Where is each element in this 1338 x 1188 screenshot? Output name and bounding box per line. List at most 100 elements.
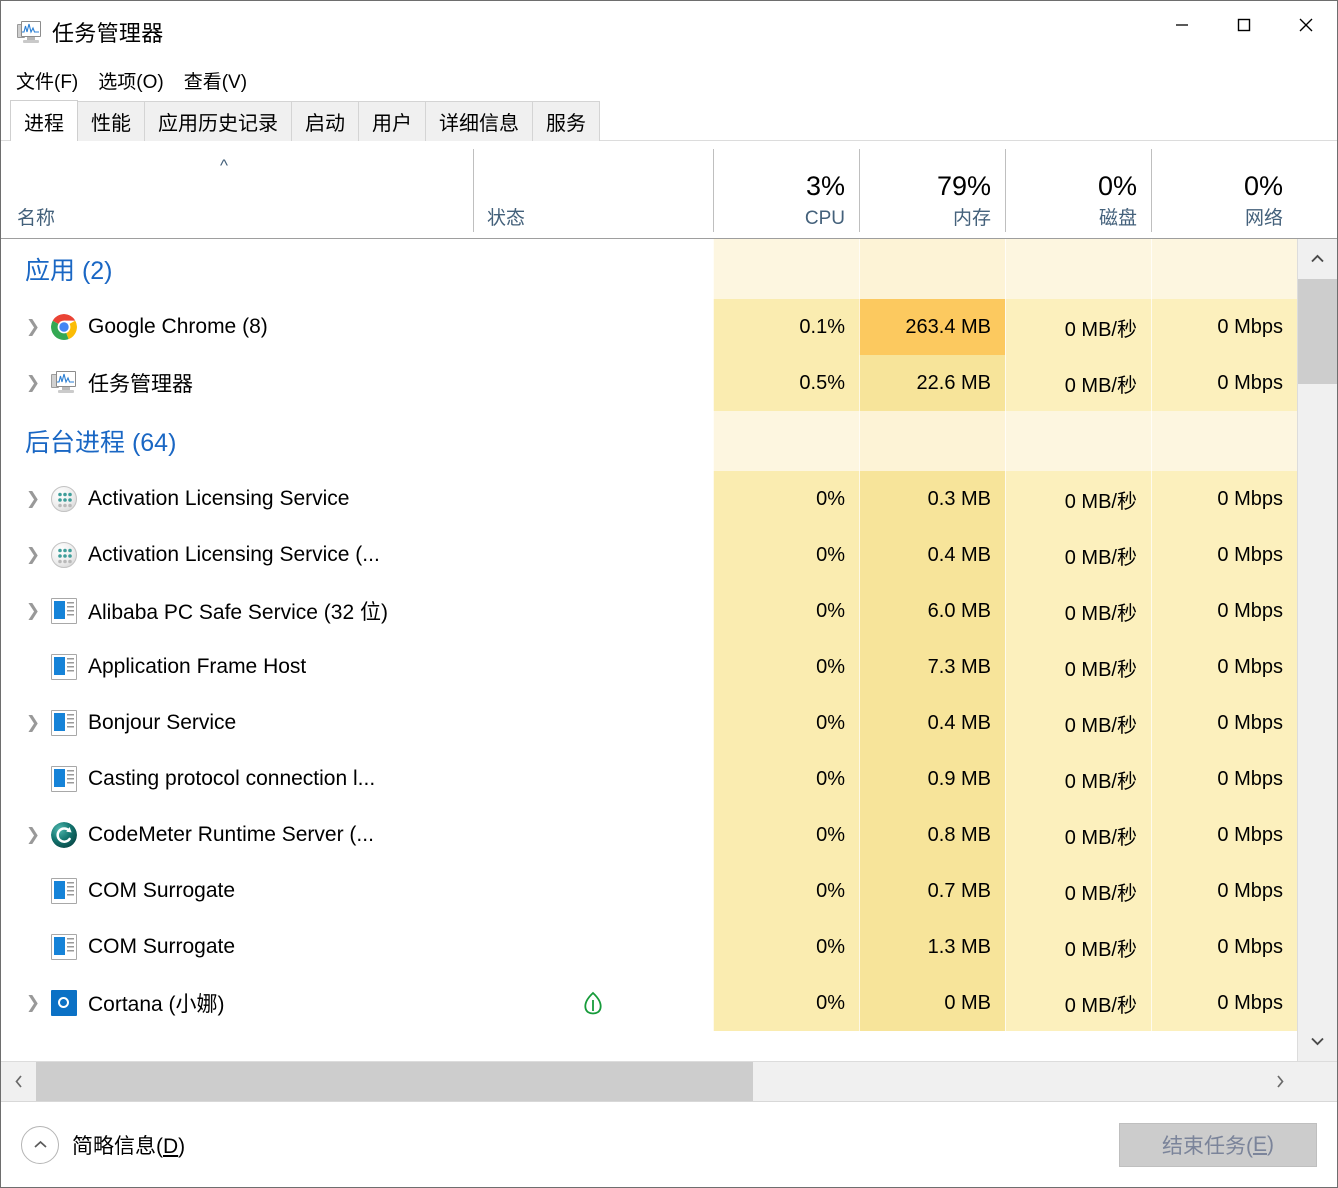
- fewer-details-label: 简略信息(D): [72, 1134, 186, 1158]
- horizontal-scroll-track[interactable]: [36, 1062, 1262, 1101]
- cell-memory: 0.9 MB: [859, 751, 1005, 807]
- table-row[interactable]: ❯ Alibaba PC Safe Service (32 位) 0% 6.0 MB 0…: [1, 583, 1297, 639]
- process-name: Casting protocol connection l...: [88, 767, 376, 790]
- table-row[interactable]: ❯ Activation Licensing Service 0% 0.3 MB 0 M…: [1, 471, 1297, 527]
- cell-status: [473, 807, 713, 863]
- expand-chevron-placeholder: ❯: [21, 659, 45, 676]
- expand-chevron-icon[interactable]: ❯: [21, 826, 45, 844]
- column-header-network[interactable]: 0% 网络: [1151, 141, 1297, 238]
- column-percent-memory: 79%: [936, 171, 991, 201]
- menu-options[interactable]: 选项(O): [97, 65, 164, 96]
- menu-file[interactable]: 文件(F): [15, 65, 79, 96]
- horizontal-scrollbar[interactable]: [1, 1061, 1337, 1101]
- tab-users[interactable]: 用户: [358, 101, 426, 141]
- expand-chevron-icon[interactable]: ❯: [21, 546, 45, 564]
- tab-processes[interactable]: 进程: [10, 100, 78, 142]
- cortana-icon: [51, 990, 77, 1016]
- table-row[interactable]: ❯ CodeMeter Runtime Server (... 0% 0.8 MB 0…: [1, 807, 1297, 863]
- expand-chevron-icon[interactable]: ❯: [21, 994, 45, 1012]
- fewer-details-button[interactable]: 简略信息(D): [21, 1125, 186, 1164]
- cell-name: ❯ Bonjour Service: [1, 695, 473, 751]
- cell-memory: 0.4 MB: [859, 527, 1005, 583]
- cell-memory: 0.7 MB: [859, 863, 1005, 919]
- tab-services[interactable]: 服务: [532, 101, 600, 141]
- table-row[interactable]: ❯ COM Surrogate 0%1.3 MB0 MB/秒0 Mbps: [1, 919, 1297, 975]
- column-header-cpu[interactable]: 3% CPU: [713, 141, 859, 238]
- cell-memory: 7.3 MB: [859, 639, 1005, 695]
- expand-chevron-icon[interactable]: ❯: [21, 318, 45, 336]
- expand-chevron-icon[interactable]: ❯: [21, 490, 45, 508]
- status-bar: 简略信息(D) 结束任务(E): [1, 1101, 1337, 1187]
- cell-disk: 0 MB/秒: [1005, 355, 1151, 411]
- table-row[interactable]: ❯ Google Chrome (8) 0.1% 263.4 MB 0 MB/秒 0 M…: [1, 299, 1297, 355]
- menu-view[interactable]: 查看(V): [183, 65, 248, 96]
- cell-cpu: [713, 411, 859, 471]
- table-row[interactable]: ❯ 任务管理器 0.5% 22.6 MB 0 MB/秒 0 Mbps: [1, 355, 1297, 411]
- minimize-button[interactable]: [1151, 1, 1213, 48]
- cell-name: ❯ Alibaba PC Safe Service (32 位): [1, 583, 473, 639]
- end-task-button[interactable]: 结束任务(E): [1119, 1122, 1317, 1167]
- cell-network: 0 Mbps: [1151, 299, 1297, 355]
- cell-memory: 0.4 MB: [859, 695, 1005, 751]
- column-header-disk[interactable]: 0% 磁盘: [1005, 141, 1151, 238]
- minimize-icon: [1176, 23, 1188, 26]
- column-header-row: ^ 名称 状态 3% CPU 79% 内存 0% 磁盘 0% 网络: [1, 141, 1337, 239]
- windows-app-icon: [51, 598, 77, 624]
- vertical-scrollbar[interactable]: [1297, 239, 1337, 1061]
- vertical-scroll-track[interactable]: [1298, 279, 1337, 1021]
- windows-app-icon: [51, 878, 77, 904]
- cell-disk: 0 MB/秒: [1005, 527, 1151, 583]
- expand-chevron-icon[interactable]: ❯: [21, 602, 45, 620]
- scroll-up-button[interactable]: [1298, 239, 1337, 279]
- process-name: Google Chrome (8): [88, 315, 268, 338]
- group-header-row[interactable]: 后台进程 (64): [1, 411, 1297, 471]
- cell-cpu: 0%: [713, 639, 859, 695]
- tab-app-history[interactable]: 应用历史记录: [144, 101, 292, 141]
- chevron-down-icon: [1311, 1037, 1324, 1046]
- cell-network: 0 Mbps: [1151, 527, 1297, 583]
- cell-status: [473, 919, 713, 975]
- group-header-row[interactable]: 应用 (2): [1, 239, 1297, 299]
- tab-details[interactable]: 详细信息: [425, 101, 533, 141]
- process-name: COM Surrogate: [88, 879, 236, 902]
- cell-cpu: 0.1%: [713, 299, 859, 355]
- column-header-status[interactable]: 状态: [473, 141, 713, 238]
- cell-network: 0 Mbps: [1151, 975, 1297, 1031]
- cell-disk: 0 MB/秒: [1005, 807, 1151, 863]
- table-row[interactable]: ❯ COM Surrogate 0%0.7 MB0 MB/秒0 Mbps: [1, 863, 1297, 919]
- tab-startup[interactable]: 启动: [291, 101, 359, 141]
- table-row[interactable]: ❯ Cortana (小娜) 0% 0 MB 0 MB/秒 0 Mbps: [1, 975, 1297, 1031]
- cell-disk: 0 MB/秒: [1005, 583, 1151, 639]
- group-title: 后台进程 (64): [25, 429, 177, 457]
- service-icon: [51, 542, 77, 568]
- menu-bar: 文件(F) 选项(O) 查看(V): [1, 62, 1337, 99]
- scroll-down-button[interactable]: [1298, 1021, 1337, 1061]
- table-row[interactable]: ❯ Activation Licensing Service (... 0% 0.4 …: [1, 527, 1297, 583]
- table-row[interactable]: ❯ Bonjour Service 0% 0.4 MB 0 MB/秒 0 Mbps: [1, 695, 1297, 751]
- column-percent-cpu: 3%: [805, 171, 845, 201]
- task-manager-window: 任务管理器 文件(F) 选项(O) 查看(V) 进程 性能 应用历史记录 启动 …: [0, 0, 1338, 1188]
- cell-disk: 0 MB/秒: [1005, 863, 1151, 919]
- sort-ascending-icon: ^: [220, 156, 228, 175]
- chrome-icon: [51, 314, 77, 340]
- scroll-left-button[interactable]: [1, 1062, 36, 1101]
- cell-cpu: 0%: [713, 807, 859, 863]
- maximize-button[interactable]: [1213, 1, 1275, 48]
- table-row[interactable]: ❯ Casting protocol connection l... 0%0.9 M…: [1, 751, 1297, 807]
- cell-status: [473, 583, 713, 639]
- table-row[interactable]: ❯ Application Frame Host 0%7.3 MB0 MB/秒0 M…: [1, 639, 1297, 695]
- close-icon: [1299, 18, 1313, 31]
- column-header-name[interactable]: ^ 名称: [1, 141, 473, 238]
- scroll-right-button[interactable]: [1262, 1062, 1297, 1101]
- expand-chevron-icon[interactable]: ❯: [21, 714, 45, 732]
- close-button[interactable]: [1275, 1, 1337, 48]
- cell-cpu: 0%: [713, 863, 859, 919]
- process-list[interactable]: 应用 (2) ❯ Google Chrome (8) 0.1% 263.4 MB 0 M…: [1, 239, 1297, 1061]
- tab-performance[interactable]: 性能: [77, 101, 145, 141]
- horizontal-scroll-thumb[interactable]: [36, 1062, 753, 1101]
- cell-cpu: 0%: [713, 471, 859, 527]
- cell-memory: [859, 411, 1005, 471]
- column-header-memory[interactable]: 79% 内存: [859, 141, 1005, 238]
- vertical-scroll-thumb[interactable]: [1298, 279, 1337, 384]
- expand-chevron-icon[interactable]: ❯: [21, 374, 45, 392]
